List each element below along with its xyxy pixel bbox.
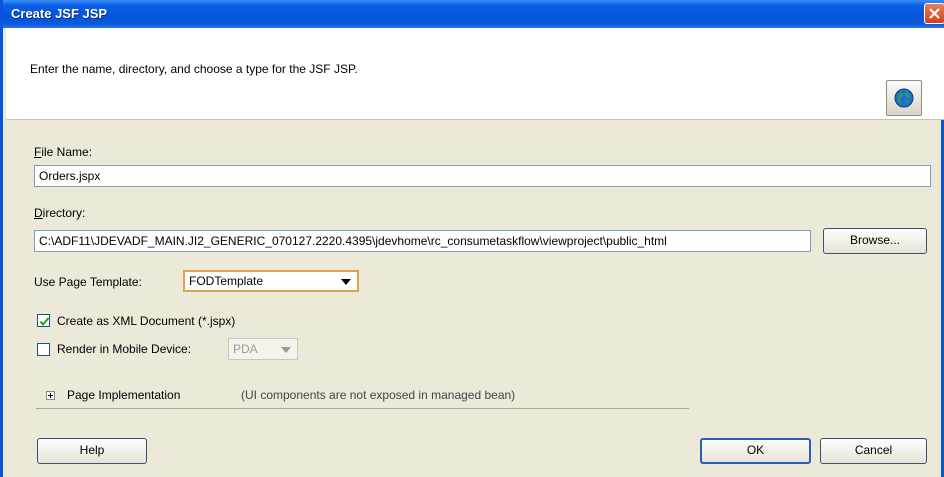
xml-document-checkbox[interactable]	[37, 314, 50, 327]
dialog-header: Enter the name, directory, and choose a …	[6, 28, 944, 120]
expand-icon[interactable]	[46, 391, 55, 400]
file-name-input[interactable]: Orders.jspx	[34, 165, 931, 187]
ok-button-label: OK	[746, 443, 765, 457]
globe-icon	[894, 88, 914, 108]
help-button[interactable]: Help	[37, 438, 147, 464]
browse-button[interactable]: Browse...	[823, 228, 927, 254]
page-implementation-hint: (UI components are not exposed in manage…	[241, 388, 516, 402]
directory-label: Directory:	[34, 206, 86, 220]
title-bar[interactable]: Create JSF JSP	[3, 0, 944, 28]
dropdown-arrow-icon	[341, 279, 351, 285]
file-name-label: File Name:	[34, 145, 93, 159]
mobile-device-select-value: PDA	[233, 342, 258, 356]
directory-input[interactable]: C:\ADF11\JDEVADF_MAIN.JI2_GENERIC_070127…	[34, 230, 811, 252]
template-select[interactable]: FODTemplate	[183, 270, 359, 292]
page-implementation-label[interactable]: Page Implementation	[67, 388, 180, 402]
close-button[interactable]	[924, 3, 944, 24]
xml-document-label[interactable]: Create as XML Document (*.jspx)	[57, 314, 235, 328]
template-select-value: FODTemplate	[189, 274, 264, 288]
globe-button[interactable]	[886, 80, 922, 116]
header-message: Enter the name, directory, and choose a …	[30, 62, 358, 76]
ok-button[interactable]: OK	[700, 438, 811, 464]
mobile-device-label[interactable]: Render in Mobile Device:	[57, 342, 191, 356]
section-divider	[36, 408, 689, 409]
dropdown-arrow-icon	[281, 347, 291, 353]
browse-button-label: Browse...	[849, 233, 900, 247]
mobile-device-select: PDA	[228, 338, 298, 360]
checkmark-icon	[39, 317, 50, 327]
mobile-device-checkbox[interactable]	[37, 343, 50, 356]
dialog-title: Create JSF JSP	[11, 6, 108, 21]
template-label: Use Page Template:	[34, 275, 142, 289]
close-icon	[929, 8, 940, 19]
dialog-window: Create JSF JSP Enter the name, directory…	[0, 0, 944, 477]
cancel-button[interactable]: Cancel	[820, 438, 927, 464]
help-button-label: Help	[79, 443, 105, 457]
cancel-button-label: Cancel	[854, 443, 893, 457]
